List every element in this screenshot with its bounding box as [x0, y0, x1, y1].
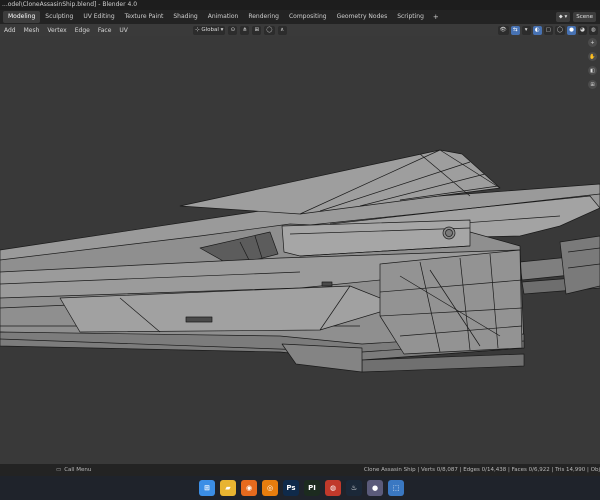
tab-texture-paint[interactable]: Texture Paint [120, 11, 169, 23]
navigation-gizmo-column: + ✋ ◧ ⊞ [588, 38, 597, 89]
tab-compositing[interactable]: Compositing [284, 11, 332, 23]
menu-face[interactable]: Face [94, 27, 116, 34]
overlay-dropdown-icon[interactable]: ▾ [521, 25, 531, 35]
status-bar: ▭ Call Menu Clone Assasin Ship | Verts 0… [0, 464, 600, 476]
steam-icon[interactable]: ♨ [346, 480, 362, 496]
viewport-shading-controls: 👁 ⇆ ▾ ◐ ▢ ◯ ● ◕ ◍ [497, 25, 598, 35]
menu-add[interactable]: Add [0, 27, 20, 34]
menu-mesh[interactable]: Mesh [20, 27, 44, 34]
window-title: ...odel\CloneAssasinShip.blend] - Blende… [2, 1, 138, 8]
snap-settings-icon[interactable]: ⊞ [252, 25, 262, 35]
pycharm-icon[interactable]: PI [304, 480, 320, 496]
workspace-tabs-bar: Modeling Sculpting UV Editing Texture Paint… [0, 10, 600, 24]
tab-shading[interactable]: Shading [168, 11, 202, 23]
falloff-icon[interactable]: ∧ [277, 25, 287, 35]
tab-rendering[interactable]: Rendering [243, 11, 284, 23]
scene-name[interactable]: Scene [573, 12, 596, 22]
add-workspace-button[interactable]: + [429, 13, 443, 21]
file-explorer-icon[interactable]: ▰ [220, 480, 236, 496]
viewport-menus: Add Mesh Vertex Edge Face UV [0, 27, 132, 34]
app-icon[interactable]: ⬚ [388, 480, 404, 496]
scene-selector: ⬥ ▾ Scene [555, 10, 600, 24]
gizmo-toggle-icon[interactable]: ⇆ [510, 25, 520, 35]
ship-mesh-wireframe [0, 149, 600, 373]
davinci-icon[interactable]: ◍ [325, 480, 341, 496]
scene-statistics: Clone Assasin Ship | Verts 0/8,087 | Edg… [363, 467, 600, 473]
transform-controls: ⊹ Global ▾ ⊙ ⋔ ⊞ ◯ ∧ [193, 25, 287, 35]
tab-animation[interactable]: Animation [203, 11, 244, 23]
blender-window: ...odel\CloneAssasinShip.blend] - Blende… [0, 0, 600, 500]
workspace-tabs: Modeling Sculpting UV Editing Texture Paint… [3, 11, 429, 23]
status-hint-text: Call Menu [64, 467, 92, 473]
overlays-icon[interactable]: ◐ [532, 25, 542, 35]
status-hint: ▭ Call Menu [56, 464, 91, 476]
3d-viewport[interactable] [0, 36, 600, 464]
os-taskbar: ⊞ ▰ ◉ ◎ Ps PI ◍ ♨ ● ⬚ [0, 476, 600, 500]
tab-sculpting[interactable]: Sculpting [40, 11, 78, 23]
pivot-point-icon[interactable]: ⊙ [228, 25, 238, 35]
blender-icon[interactable]: ◎ [262, 480, 278, 496]
visibility-icon[interactable]: 👁 [497, 25, 509, 35]
tab-modeling[interactable]: Modeling [3, 11, 41, 23]
perspective-grid-icon[interactable]: ⊞ [588, 80, 597, 89]
taskbar-icons: ⊞ ▰ ◉ ◎ Ps PI ◍ ♨ ● ⬚ [199, 480, 404, 496]
material-shading-icon[interactable]: ◕ [578, 25, 587, 35]
scene-icon[interactable]: ⬥ ▾ [555, 12, 571, 22]
rendered-shading-icon[interactable]: ◍ [589, 25, 598, 35]
menu-uv[interactable]: UV [115, 27, 132, 34]
tab-uv-editing[interactable]: UV Editing [78, 11, 119, 23]
viewport-header: Add Mesh Vertex Edge Face UV ⊹ Global ▾ ⊙ ⋔ ⊞… [0, 24, 600, 36]
window-title-bar: ...odel\CloneAssasinShip.blend] - Blende… [0, 0, 600, 10]
pan-hand-icon[interactable]: ✋ [588, 52, 597, 61]
zoom-icon[interactable]: + [588, 38, 597, 47]
mouse-icon: ▭ [56, 467, 62, 473]
windows-start-icon[interactable]: ⊞ [199, 480, 215, 496]
wireframe-shading-icon[interactable]: ◯ [554, 25, 565, 35]
menu-vertex[interactable]: Vertex [43, 27, 70, 34]
menu-edge[interactable]: Edge [71, 27, 94, 34]
snap-icon[interactable]: ⋔ [240, 25, 250, 35]
chevron-down-icon: ▾ [218, 27, 224, 33]
orientation-dropdown[interactable]: ⊹ Global ▾ [193, 25, 226, 35]
hull-vent [185, 316, 213, 323]
orientation-label: Global [201, 27, 219, 33]
camera-icon[interactable]: ◧ [588, 66, 597, 75]
tab-geometry-nodes[interactable]: Geometry Nodes [332, 11, 393, 23]
keel-plate [281, 343, 363, 373]
proportional-edit-icon[interactable]: ◯ [264, 25, 275, 35]
solid-shading-icon[interactable]: ● [567, 25, 576, 35]
photoshop-icon[interactable]: Ps [283, 480, 299, 496]
obs-icon[interactable]: ● [367, 480, 383, 496]
tab-scripting[interactable]: Scripting [392, 11, 429, 23]
xray-icon[interactable]: ▢ [543, 25, 553, 35]
firefox-icon[interactable]: ◉ [241, 480, 257, 496]
hull-vent-small [321, 281, 333, 287]
